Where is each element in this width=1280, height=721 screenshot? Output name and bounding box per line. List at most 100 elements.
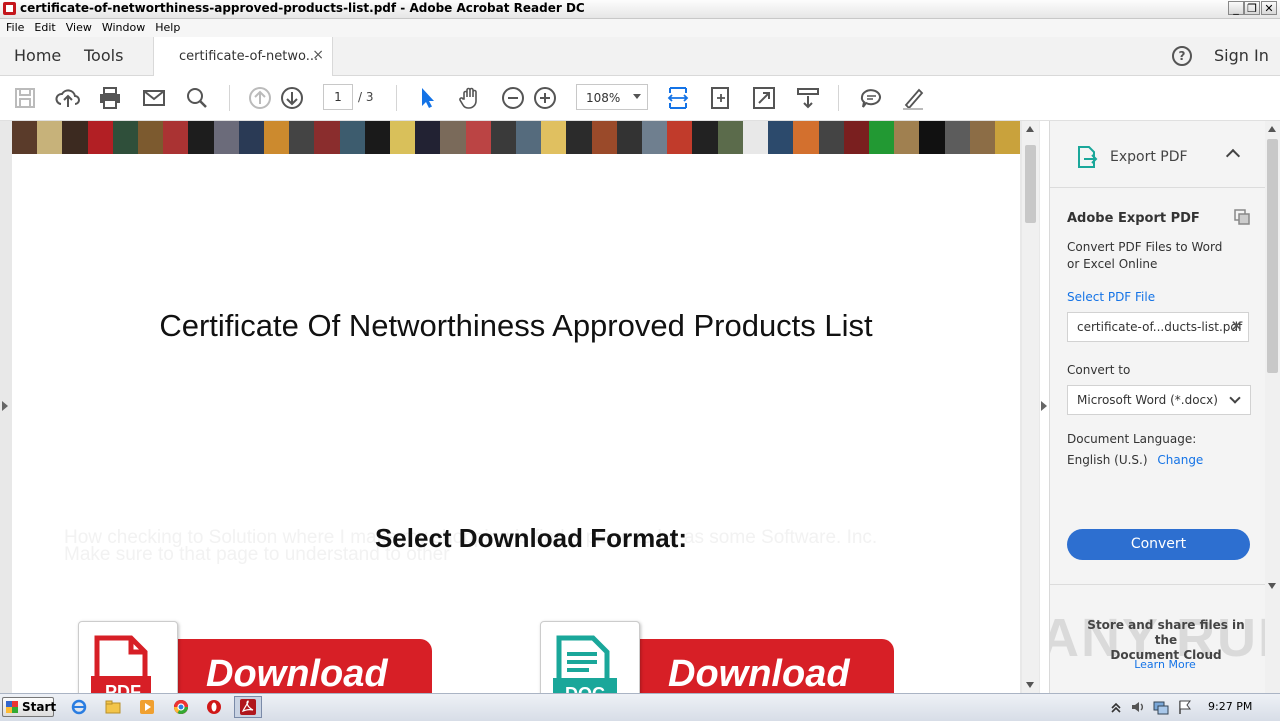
pdf-page: Certificate Of Networthiness Approved Pr… — [12, 121, 1020, 693]
file-explorer-icon[interactable] — [105, 699, 121, 715]
volume-icon[interactable] — [1130, 699, 1146, 715]
banner-tile — [868, 121, 895, 154]
highlight-pen-icon[interactable] — [900, 85, 926, 111]
acrobat-taskbar-button[interactable] — [234, 696, 262, 718]
collapse-right-pane-icon[interactable] — [1041, 401, 1047, 411]
menu-window[interactable]: Window — [97, 19, 150, 37]
banner-tile — [62, 121, 88, 154]
expand-left-pane-icon[interactable] — [2, 401, 8, 411]
cloud-upload-icon[interactable] — [55, 85, 81, 111]
scroll-down-icon[interactable] — [1268, 583, 1276, 589]
menu-edit[interactable]: Edit — [29, 19, 60, 37]
menu-help[interactable]: Help — [150, 19, 185, 37]
document-title: Certificate Of Networthiness Approved Pr… — [159, 308, 873, 343]
start-button[interactable]: Start — [2, 697, 56, 717]
banner-tile — [213, 121, 239, 154]
scrollbar-thumb[interactable] — [1267, 139, 1278, 373]
opera-icon[interactable] — [206, 699, 222, 715]
close-tab-icon[interactable]: × — [312, 47, 324, 63]
rotate-view-icon[interactable] — [708, 85, 734, 111]
download-banner: Download — [638, 639, 894, 693]
description-line: Convert PDF Files to Word — [1067, 240, 1223, 254]
minimize-button[interactable]: _ — [1228, 1, 1244, 15]
taskbar-clock: 9:27 PM — [1208, 700, 1253, 713]
restore-button[interactable]: ❐ — [1244, 1, 1260, 15]
export-pdf-icon — [1078, 146, 1098, 168]
comment-icon[interactable] — [858, 85, 884, 111]
banner-tile — [717, 121, 743, 154]
zoom-in-icon[interactable] — [532, 85, 558, 111]
toolbar-divider — [838, 85, 839, 111]
document-scrollbar[interactable] — [1022, 121, 1039, 693]
previous-page-icon[interactable] — [247, 85, 273, 111]
document-language-value: English (U.S.) — [1067, 453, 1148, 467]
next-page-icon[interactable] — [279, 85, 305, 111]
scroll-up-icon[interactable] — [1268, 126, 1276, 132]
scroll-up-icon[interactable] — [1026, 126, 1034, 132]
network-icon[interactable] — [1153, 699, 1169, 715]
download-pdf-button[interactable]: Download PDF — [78, 621, 438, 693]
banner-tile — [541, 121, 567, 154]
email-icon[interactable] — [141, 85, 167, 111]
chevron-up-icon[interactable] — [1225, 148, 1241, 164]
learn-more-link[interactable]: Learn More — [1050, 658, 1266, 671]
scroll-mode-icon[interactable] — [795, 85, 821, 111]
select-cursor-icon[interactable] — [414, 85, 440, 111]
convert-format-select[interactable]: Microsoft Word (*.docx) — [1067, 385, 1251, 415]
fit-width-icon[interactable] — [665, 85, 691, 111]
convert-button[interactable]: Convert — [1067, 529, 1250, 560]
banner-tile — [314, 121, 340, 154]
pane-scrollbar[interactable] — [1265, 121, 1280, 693]
banner-tile — [12, 121, 38, 154]
print-icon[interactable] — [97, 85, 123, 111]
hand-tool-icon[interactable] — [457, 85, 483, 111]
select-pdf-file-link[interactable]: Select PDF File — [1067, 290, 1155, 304]
document-area[interactable]: Certificate Of Networthiness Approved Pr… — [0, 121, 1040, 693]
sign-in-link[interactable]: Sign In — [1214, 46, 1269, 65]
export-pdf-pane: Export PDF Adobe Export PDF Convert PDF … — [1049, 121, 1266, 693]
page-number-input[interactable]: 1 — [323, 84, 353, 110]
save-icon[interactable] — [12, 85, 38, 111]
banner-tile — [440, 121, 466, 154]
chrome-icon[interactable] — [173, 699, 189, 715]
copy-icon[interactable] — [1234, 209, 1250, 225]
chevron-down-icon — [1229, 392, 1241, 404]
banner-tile — [616, 121, 643, 154]
chevron-down-icon — [633, 94, 641, 99]
convert-to-label: Convert to — [1067, 363, 1131, 377]
download-banner: Download — [176, 639, 432, 693]
full-screen-icon[interactable] — [751, 85, 777, 111]
menu-file[interactable]: File — [0, 19, 29, 37]
document-language-label: Document Language: — [1067, 432, 1197, 446]
help-icon[interactable]: ? — [1172, 46, 1192, 66]
tab-tools[interactable]: Tools — [84, 46, 123, 65]
close-window-button[interactable]: ✕ — [1261, 1, 1277, 15]
change-language-link[interactable]: Change — [1157, 453, 1203, 467]
menu-view[interactable]: View — [61, 19, 97, 37]
scroll-down-icon[interactable] — [1026, 682, 1034, 688]
tab-home[interactable]: Home — [14, 46, 61, 65]
banner-tile — [465, 121, 491, 154]
download-doc-button[interactable]: Download DOC — [540, 621, 900, 693]
doc-file-icon: DOC — [540, 621, 640, 693]
zoom-out-icon[interactable] — [500, 85, 526, 111]
acrobat-app-icon — [3, 2, 16, 15]
action-center-flag-icon[interactable] — [1177, 699, 1193, 715]
scrollbar-thumb[interactable] — [1025, 145, 1036, 223]
selected-file-field[interactable]: certificate-of...ducts-list.pdf ✕ — [1067, 312, 1249, 342]
internet-explorer-icon[interactable] — [71, 699, 87, 715]
banner-tile — [516, 121, 542, 154]
media-player-icon[interactable] — [139, 699, 155, 715]
banner-tile — [692, 121, 718, 154]
taskbar: Start 9:27 PM — [0, 693, 1280, 721]
banner-tile — [944, 121, 970, 154]
windows-logo-icon — [6, 701, 18, 713]
export-pdf-header[interactable]: Export PDF — [1050, 121, 1266, 188]
tab-document[interactable]: certificate-of-netwo... × — [153, 37, 333, 76]
show-hidden-icons-icon[interactable] — [1108, 699, 1124, 715]
clear-file-icon[interactable]: ✕ — [1230, 317, 1243, 335]
banner-image-strip — [12, 121, 1020, 154]
zoom-level-select[interactable]: 108% — [576, 84, 648, 110]
toolbar: 1 / 3 108% — [0, 76, 1280, 121]
search-icon[interactable] — [184, 85, 210, 111]
